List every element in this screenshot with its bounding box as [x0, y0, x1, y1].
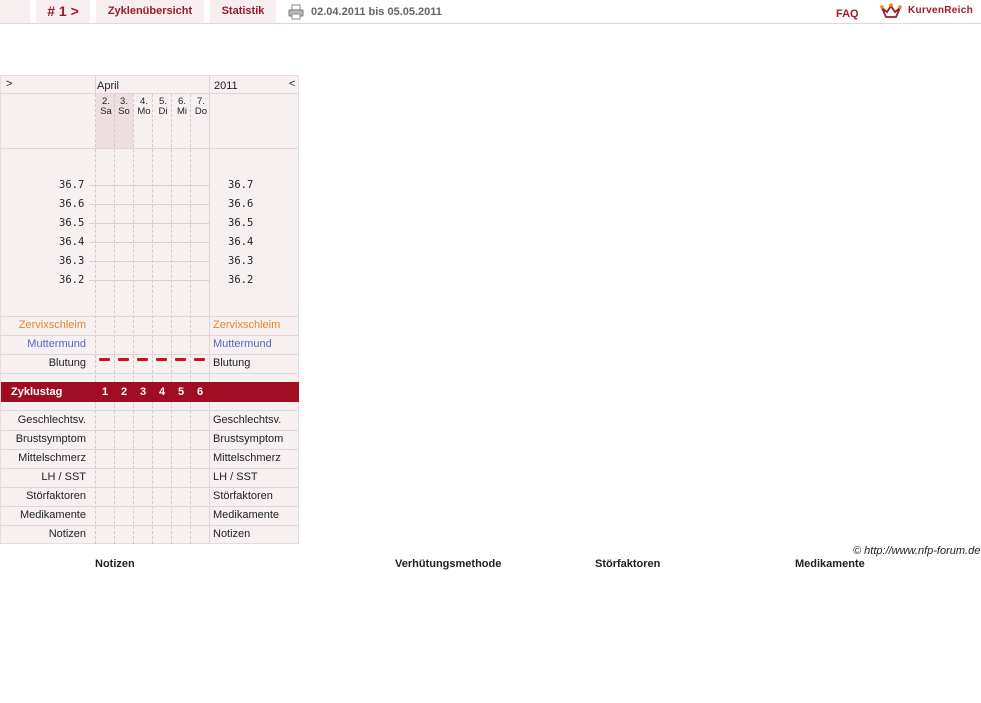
blank-tab[interactable] — [0, 0, 30, 23]
bleeding-marker[interactable] — [156, 358, 167, 361]
medikamente-label: Medikamente — [19, 509, 86, 521]
contraception-heading: Verhütungsmethode — [395, 558, 502, 570]
next-cycle-arrow[interactable]: < — [289, 78, 295, 90]
temperature-label: 36.7 — [228, 179, 254, 191]
day-column: 7. Do — [194, 96, 208, 117]
month-label: April — [97, 80, 120, 92]
brand-name: KurvenReich — [908, 5, 973, 16]
date-range-label: 02.04.2011 bis 05.05.2011 — [311, 6, 442, 18]
cycle-day-number: 5 — [177, 386, 185, 398]
stoerfaktoren-label: Störfaktoren — [26, 490, 86, 502]
cycle-day-label: Zyklustag — [11, 386, 63, 398]
cycle-day-row: Zyklustag 1 2 3 4 5 6 — [1, 382, 299, 402]
cycle-number-tab[interactable]: # 1 > — [36, 0, 90, 23]
blutung-label: Blutung — [213, 357, 251, 369]
temperature-label: 36.6 — [59, 198, 85, 210]
temperature-label: 36.3 — [59, 255, 85, 267]
notizen-label: Notizen — [48, 528, 86, 540]
day-column: 2. Sa — [100, 96, 112, 117]
faq-link[interactable]: FAQ — [836, 0, 859, 28]
year-label: 2011 — [214, 80, 238, 92]
cycle-day-number: 6 — [196, 386, 204, 398]
brustsymptom-label: Brustsymptom — [15, 433, 86, 445]
kurvenreich-logo-icon — [880, 3, 902, 18]
muttermund-label: Muttermund — [213, 338, 272, 350]
temperature-label: 36.4 — [228, 236, 254, 248]
temperature-label: 36.3 — [228, 255, 254, 267]
zervixschleim-label: Zervixschleim — [18, 319, 86, 331]
top-navigation-bar: # 1 > Zyklenübersicht Statistik 02.04.20… — [0, 0, 981, 24]
zervixschleim-label: Zervixschleim — [213, 319, 281, 331]
bleeding-marker[interactable] — [194, 358, 205, 361]
notizen-label: Notizen — [213, 528, 251, 540]
temperature-label: 36.6 — [228, 198, 254, 210]
geschlechtsverkehr-label: Geschlechtsv. — [17, 414, 86, 426]
day-column: 3. So — [118, 96, 130, 117]
printer-icon[interactable] — [288, 4, 304, 20]
cycle-day-number: 3 — [139, 386, 147, 398]
day-column: 6. Mi — [176, 96, 188, 117]
temperature-label: 36.2 — [59, 274, 85, 286]
temperature-label: 36.5 — [228, 217, 254, 229]
temperature-label: 36.5 — [59, 217, 85, 229]
mittelschmerz-label: Mittelschmerz — [213, 452, 281, 464]
statistics-tab[interactable]: Statistik — [210, 0, 276, 23]
medication-heading: Medikamente — [795, 558, 865, 570]
mittelschmerz-label: Mittelschmerz — [18, 452, 86, 464]
cycle-day-number: 1 — [101, 386, 109, 398]
cycle-overview-tab[interactable]: Zyklenübersicht — [96, 0, 204, 23]
day-column: 4. Mo — [137, 96, 151, 117]
bleeding-marker[interactable] — [137, 358, 148, 361]
previous-cycle-arrow[interactable]: > — [6, 78, 12, 90]
cycle-day-number: 4 — [158, 386, 166, 398]
copyright-notice: © http://www.nfp-forum.de — [853, 545, 981, 557]
cycle-day-number: 2 — [120, 386, 128, 398]
medikamente-label: Medikamente — [213, 509, 280, 521]
temperature-label: 36.2 — [228, 274, 254, 286]
disturbances-heading: Störfaktoren — [595, 558, 661, 570]
cycle-chart: > April 2011 < 2. Sa 3. So 4. Mo 5. Di 6. Mi … — [0, 75, 299, 544]
brustsymptom-label: Brustsymptom — [213, 433, 284, 445]
bleeding-marker[interactable] — [99, 358, 110, 361]
bleeding-marker[interactable] — [118, 358, 129, 361]
blutung-label: Blutung — [48, 357, 86, 369]
notes-heading: Notizen — [95, 558, 135, 570]
muttermund-label: Muttermund — [27, 338, 86, 350]
day-column: 5. Di — [158, 96, 168, 117]
temperature-label: 36.7 — [59, 179, 85, 191]
temperature-label: 36.4 — [59, 236, 85, 248]
stoerfaktoren-label: Störfaktoren — [213, 490, 273, 502]
lh-sst-label: LH / SST — [213, 471, 258, 483]
bleeding-marker[interactable] — [175, 358, 186, 361]
geschlechtsverkehr-label: Geschlechtsv. — [213, 414, 282, 426]
lh-sst-label: LH / SST — [41, 471, 86, 483]
